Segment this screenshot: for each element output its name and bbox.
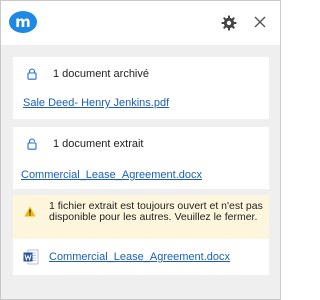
lock-icon xyxy=(27,68,37,80)
document-status-panel: m 1 document archivé Sale Deed- Henry Je… xyxy=(0,0,281,300)
extracted-card: 1 document extrait Commercial_Lease_Agre… xyxy=(13,127,269,189)
archived-card: 1 document archivé Sale Deed- Henry Jenk… xyxy=(13,57,269,119)
warning-message: 1 fichier extrait est toujours ouvert et… xyxy=(49,200,263,223)
extracted-status-text: 1 document extrait xyxy=(53,138,144,150)
open-document-link[interactable]: Commercial_Lease_Agreement.docx xyxy=(49,251,230,263)
warning-banner: 1 fichier extrait est toujours ouvert et… xyxy=(13,195,269,239)
open-file-warning-card: 1 fichier extrait est toujours ouvert et… xyxy=(13,195,269,275)
extracted-document-link[interactable]: Commercial_Lease_Agreement.docx xyxy=(21,169,202,181)
close-icon[interactable] xyxy=(253,15,267,29)
word-document-icon xyxy=(23,249,39,265)
unlock-icon xyxy=(27,138,37,150)
panel-header: m xyxy=(1,1,280,45)
archived-status-text: 1 document archivé xyxy=(53,68,149,80)
app-logo-letter: m xyxy=(15,13,31,31)
warning-icon xyxy=(24,206,36,217)
archived-document-link[interactable]: Sale Deed- Henry Jenkins.pdf xyxy=(23,97,169,109)
app-logo: m xyxy=(9,11,37,33)
gear-icon[interactable] xyxy=(221,15,237,31)
